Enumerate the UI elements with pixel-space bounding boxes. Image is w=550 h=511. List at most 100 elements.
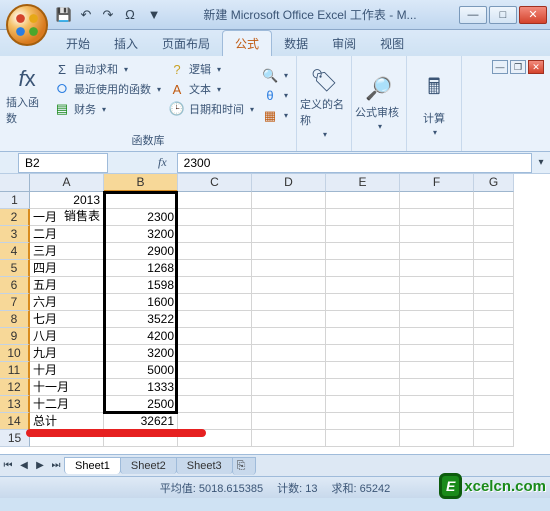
redo-icon[interactable]: ↷	[100, 7, 116, 23]
cell[interactable]	[474, 311, 514, 328]
cell[interactable]	[474, 362, 514, 379]
cell[interactable]	[474, 430, 514, 447]
col-header-d[interactable]: D	[252, 174, 326, 192]
cell[interactable]: 32621	[104, 413, 178, 430]
cell[interactable]: 2500	[104, 396, 178, 413]
cell[interactable]	[326, 243, 400, 260]
cell[interactable]: 五月	[30, 277, 104, 294]
cell[interactable]	[178, 311, 252, 328]
cell[interactable]	[252, 362, 326, 379]
text-button[interactable]: A文本▾	[167, 80, 256, 98]
cell[interactable]	[326, 345, 400, 362]
sheet-tab-3[interactable]: Sheet3	[176, 457, 233, 474]
tab-layout[interactable]: 页面布局	[150, 31, 222, 56]
cell[interactable]	[400, 413, 474, 430]
cell[interactable]	[400, 277, 474, 294]
expand-formula-icon[interactable]: ▾	[532, 157, 550, 168]
cell[interactable]	[400, 345, 474, 362]
cell[interactable]	[252, 226, 326, 243]
cell[interactable]	[178, 328, 252, 345]
row-header[interactable]: 13	[0, 396, 30, 413]
row-header[interactable]: 14	[0, 413, 30, 430]
print-icon[interactable]: Ω	[122, 7, 138, 23]
doc-restore-button[interactable]: ❐	[510, 60, 526, 74]
cell[interactable]	[252, 396, 326, 413]
cell[interactable]	[400, 243, 474, 260]
worksheet-grid[interactable]: A B C D E F G 12013销售表2一月23003二月32004三月2…	[0, 174, 550, 454]
row-header[interactable]: 7	[0, 294, 30, 311]
row-header[interactable]: 6	[0, 277, 30, 294]
cell[interactable]	[252, 345, 326, 362]
other-button[interactable]: ▦▾	[260, 107, 290, 125]
cell[interactable]	[474, 209, 514, 226]
cell[interactable]: 八月	[30, 328, 104, 345]
doc-close-button[interactable]: ✕	[528, 60, 544, 74]
cell[interactable]	[326, 413, 400, 430]
row-header[interactable]: 11	[0, 362, 30, 379]
cell[interactable]	[252, 430, 326, 447]
col-header-b[interactable]: B	[104, 174, 178, 192]
cell[interactable]	[178, 396, 252, 413]
cell[interactable]: 2900	[104, 243, 178, 260]
tab-view[interactable]: 视图	[368, 31, 416, 56]
qat-more-icon[interactable]: ▼	[146, 7, 162, 23]
cell[interactable]: 三月	[30, 243, 104, 260]
defined-names-button[interactable]: 🏷定义的名称▾	[303, 60, 345, 147]
math-button[interactable]: θ▾	[260, 87, 290, 105]
cell[interactable]	[474, 345, 514, 362]
row-header[interactable]: 8	[0, 311, 30, 328]
row-header[interactable]: 10	[0, 345, 30, 362]
sheet-tab-1[interactable]: Sheet1	[64, 457, 121, 474]
cell[interactable]	[400, 209, 474, 226]
formula-input[interactable]: 2300	[177, 153, 532, 173]
cell[interactable]	[400, 430, 474, 447]
sheet-tab-2[interactable]: Sheet2	[120, 457, 177, 474]
cell[interactable]	[252, 413, 326, 430]
cell[interactable]	[400, 396, 474, 413]
calculation-button[interactable]: 🖩计算▾	[413, 60, 455, 147]
cell[interactable]	[252, 243, 326, 260]
cell[interactable]	[252, 328, 326, 345]
cell[interactable]	[178, 362, 252, 379]
cell[interactable]	[178, 413, 252, 430]
cell[interactable]	[326, 311, 400, 328]
cell[interactable]	[252, 209, 326, 226]
minimize-button[interactable]: ―	[459, 6, 487, 24]
cell[interactable]	[326, 260, 400, 277]
office-button[interactable]	[6, 4, 48, 46]
cell[interactable]	[400, 328, 474, 345]
cell[interactable]	[178, 345, 252, 362]
cell[interactable]: 3200	[104, 226, 178, 243]
cell[interactable]	[178, 209, 252, 226]
row-header[interactable]: 4	[0, 243, 30, 260]
cell[interactable]: 1598	[104, 277, 178, 294]
cell[interactable]: 七月	[30, 311, 104, 328]
cell[interactable]	[178, 294, 252, 311]
cell[interactable]	[474, 260, 514, 277]
cell[interactable]: 1333	[104, 379, 178, 396]
row-header[interactable]: 1	[0, 192, 30, 209]
tab-insert[interactable]: 插入	[102, 31, 150, 56]
cell[interactable]	[178, 260, 252, 277]
undo-icon[interactable]: ↶	[78, 7, 94, 23]
cell[interactable]	[326, 430, 400, 447]
col-header-f[interactable]: F	[400, 174, 474, 192]
cell[interactable]	[400, 311, 474, 328]
cell[interactable]	[178, 430, 252, 447]
logical-button[interactable]: ?逻辑▾	[167, 60, 256, 78]
sheet-nav-prev[interactable]: ◀	[16, 460, 32, 471]
cell[interactable]: 十一月	[30, 379, 104, 396]
cell[interactable]	[326, 226, 400, 243]
cell[interactable]: 5000	[104, 362, 178, 379]
cell[interactable]	[326, 294, 400, 311]
cell[interactable]	[326, 379, 400, 396]
cell[interactable]	[474, 294, 514, 311]
fx-button[interactable]: fx	[158, 155, 167, 170]
col-header-e[interactable]: E	[326, 174, 400, 192]
sheet-nav-first[interactable]: ⏮	[0, 460, 16, 471]
cell[interactable]	[178, 379, 252, 396]
row-header[interactable]: 12	[0, 379, 30, 396]
close-button[interactable]: ✕	[519, 6, 547, 24]
cell[interactable]	[326, 277, 400, 294]
cell[interactable]: 一月	[30, 209, 104, 226]
